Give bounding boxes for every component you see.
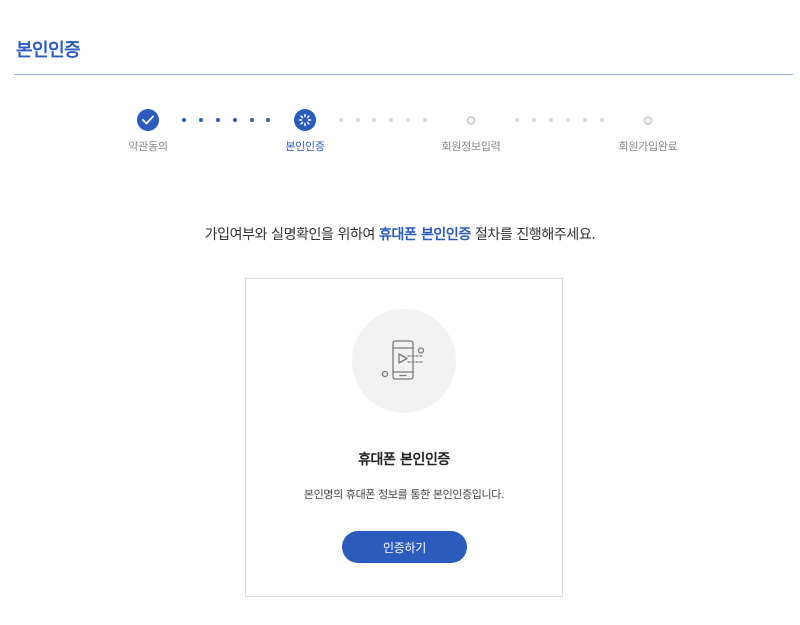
intro-message: 가입여부와 실명확인을 위하여 휴대폰 본인인증 절차를 진행해주세요. xyxy=(0,224,800,244)
intro-text-before: 가입여부와 실명확인을 위하여 xyxy=(204,227,380,243)
step-connector-dot xyxy=(549,118,553,122)
intro-highlight: 휴대폰 본인인증 xyxy=(379,227,471,243)
step-connector-dot xyxy=(406,118,410,122)
step-connector-dot xyxy=(266,118,270,122)
step-1-label: 약관동의 xyxy=(128,140,168,153)
verify-button[interactable]: 인증하기 xyxy=(342,531,467,563)
step-connector-dot xyxy=(356,118,360,122)
card-title: 휴대폰 본인인증 xyxy=(358,452,450,468)
step-2-label: 본인인증 xyxy=(285,140,325,153)
progress-stepper: 약관동의 본인인증 회원정보입력 회원가입완료 xyxy=(0,107,800,157)
step-connector-dot xyxy=(515,118,519,122)
step-2-loading-icon xyxy=(294,109,316,131)
step-connector-dot xyxy=(389,118,393,122)
title-divider xyxy=(14,74,793,75)
step-connector-dot xyxy=(216,118,220,122)
step-connector-dot xyxy=(199,118,203,122)
step-connector-dot xyxy=(233,118,237,122)
step-connector-dot xyxy=(532,118,536,122)
step-connector-dot xyxy=(250,118,254,122)
intro-text-after: 절차를 진행해주세요. xyxy=(470,227,596,243)
step-connector-dot xyxy=(600,118,604,122)
page-title: 본인인증 xyxy=(16,40,81,61)
step-connector-dot xyxy=(339,118,343,122)
step-connector-dot xyxy=(182,118,186,122)
step-connector-dot xyxy=(372,118,376,122)
step-3-pending-icon xyxy=(466,116,476,125)
step-connector-dot xyxy=(566,118,570,122)
step-1-check-icon xyxy=(137,109,159,131)
step-3-label: 회원정보입력 xyxy=(441,140,501,153)
step-4-label: 회원가입완료 xyxy=(618,140,678,153)
step-connector-dot xyxy=(583,118,587,122)
mobile-phone-icon xyxy=(352,309,456,413)
step-4-pending-icon xyxy=(643,116,653,125)
step-connector-dot xyxy=(423,118,427,122)
card-description: 본인명의 휴대폰 정보를 통한 본인인증입니다. xyxy=(303,488,505,501)
phone-verification-card: 휴대폰 본인인증 본인명의 휴대폰 정보를 통한 본인인증입니다. 인증하기 xyxy=(245,278,563,597)
